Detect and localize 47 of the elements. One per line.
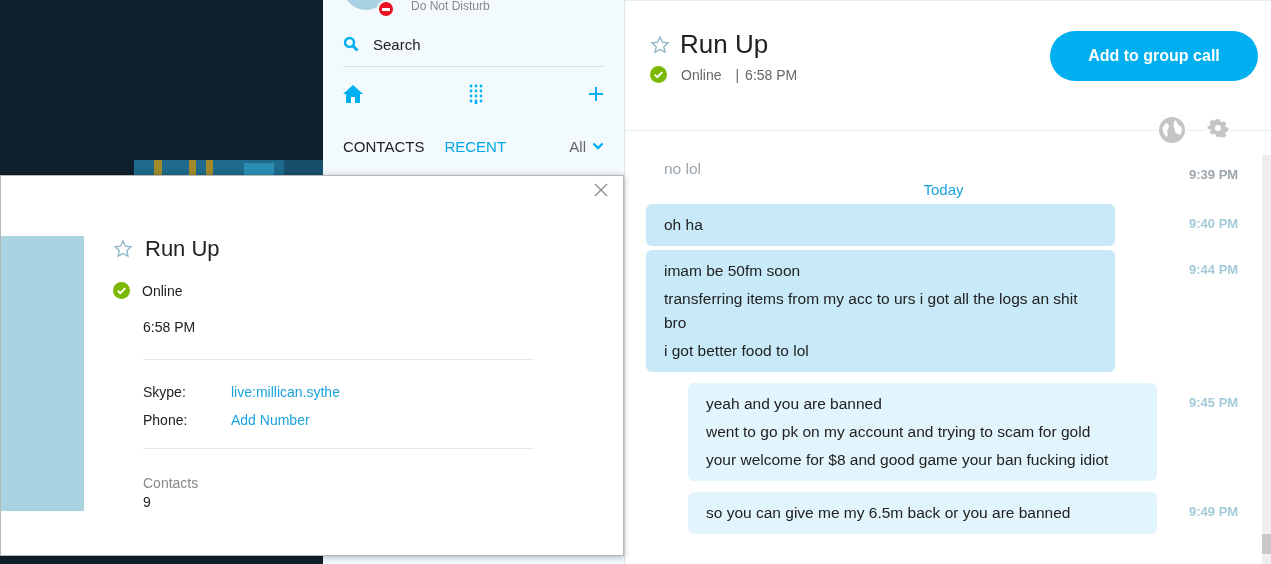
contacts-count: 9 [143,494,151,510]
online-status-icon [113,282,130,299]
field-link[interactable]: live:millican.sythe [231,384,340,400]
message-text: oh ha [664,215,704,235]
filter-dropdown[interactable]: All [569,137,604,155]
message-time: 9:40 PM [1189,215,1240,231]
chevron-down-icon [592,142,604,150]
local-time: 6:58 PM [143,319,197,335]
message-text: yeah and you are banned [706,394,883,414]
message-time: 9:45 PM [1189,394,1240,410]
message-text: i got better food to lol [664,341,810,361]
field-label: Phone: [143,412,189,428]
dial-pad-icon[interactable] [467,84,484,104]
separator-label: | [735,66,740,83]
status-label[interactable]: Do Not Disturb [411,0,490,12]
close-button[interactable] [593,183,609,199]
contact-name: Run Up [145,236,220,262]
globe-icon[interactable] [1157,115,1187,145]
contacts-label: Contacts [143,475,200,491]
add-to-group-call-button[interactable]: Add to group call [1050,31,1258,81]
field-link[interactable]: Add Number [231,412,310,428]
message-time: 9:39 PM [1189,166,1240,182]
message-text: no lol [664,159,703,179]
tab[interactable]: CONTACTS [343,137,425,155]
search-field[interactable]: Search [373,35,421,53]
online-status-icon [650,66,667,83]
home-icon[interactable] [343,85,363,103]
message-time: 9:49 PM [1189,503,1240,519]
field-label: Skype: [143,384,187,400]
day-label: Today [923,181,964,198]
chat-title: Run Up [680,29,769,60]
message-text: imam be 50fm soon [664,261,802,281]
message-text: went to go pk on my account and trying to scam for gold [706,422,1092,442]
close-icon [594,183,608,197]
message-time: 9:44 PM [1189,261,1240,277]
add-icon[interactable] [588,86,604,102]
star-icon[interactable] [113,239,133,259]
local-time: 6:58 PM [745,66,798,83]
search-icon [343,36,359,52]
tab[interactable]: RECENT [444,137,507,155]
message-text: your welcome for $8 and good game your ban fucking idiot [706,450,1110,470]
scrollbar-thumb[interactable] [1262,534,1271,554]
presence-label: Online [142,282,183,299]
scrollbar[interactable] [1262,155,1271,564]
star-icon[interactable] [650,34,670,55]
message-text: so you can give me my 6.5m back or you are banned [706,503,1072,523]
presence-label: Online [681,66,722,83]
